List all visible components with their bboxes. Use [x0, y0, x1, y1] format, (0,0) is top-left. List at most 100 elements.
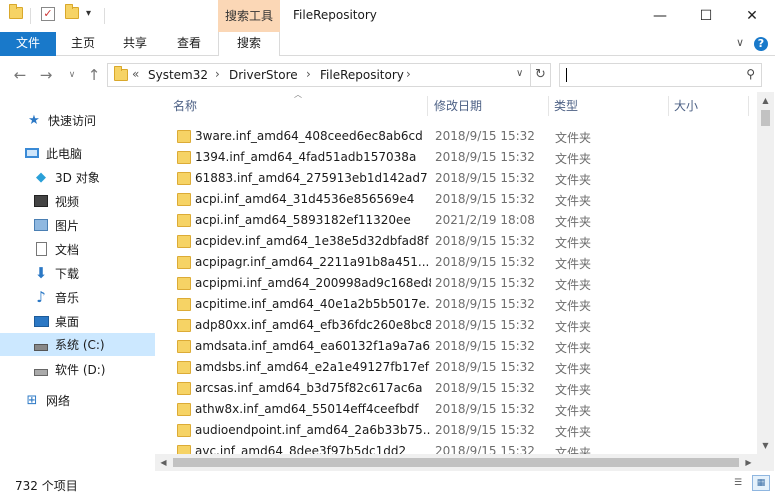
help-icon[interactable]: ? — [754, 37, 768, 51]
file-type: 文件夹 — [555, 236, 592, 250]
file-row[interactable]: acpi.inf_amd64_31d4536e856569e4 2018/9/15… — [167, 189, 757, 210]
breadcrumb-system32[interactable]: System32 — [148, 68, 208, 82]
file-row[interactable]: adp80xx.inf_amd64_efb36fdc260e8bc8 2018/9… — [167, 315, 757, 336]
nav-music[interactable]: ♪ 音乐 — [0, 286, 155, 308]
nav-this-pc[interactable]: 此电脑 — [0, 142, 155, 164]
search-box[interactable]: ⚲ — [559, 63, 762, 87]
column-divider[interactable] — [548, 96, 549, 116]
scroll-thumb[interactable] — [173, 458, 739, 467]
address-bar[interactable]: « System32 › DriverStore › FileRepositor… — [107, 63, 531, 87]
tab-search[interactable]: 搜索 — [218, 32, 280, 57]
file-row[interactable]: arcsas.inf_amd64_b3d75f82c617ac6a 2018/9/… — [167, 378, 757, 399]
address-dropdown-icon[interactable]: ∨ — [516, 68, 523, 79]
breadcrumb-chevron-icon[interactable]: › — [306, 67, 311, 81]
title-bar: ✓ ▾ 搜索工具 FileRepository — ☐ ✕ — [0, 0, 775, 32]
up-icon[interactable]: ↑ — [84, 66, 104, 84]
file-type: 文件夹 — [555, 425, 592, 439]
file-row[interactable]: 1394.inf_amd64_4fad51adb157038a 2018/9/15… — [167, 147, 757, 168]
scroll-thumb[interactable] — [761, 110, 770, 126]
file-type: 文件夹 — [555, 173, 592, 187]
column-divider[interactable] — [427, 96, 428, 116]
file-row[interactable]: acpipmi.inf_amd64_200998ad9c168ed8 2018/9… — [167, 273, 757, 294]
maximize-button[interactable]: ☐ — [683, 0, 729, 32]
file-date: 2018/9/15 15:32 — [435, 360, 535, 374]
search-icon[interactable]: ⚲ — [746, 67, 755, 81]
file-name: acpitime.inf_amd64_40e1a2b5b5017e... — [195, 297, 431, 311]
back-icon[interactable]: ← — [10, 66, 30, 84]
file-row[interactable]: audioendpoint.inf_amd64_2a6b33b75... 2018… — [167, 420, 757, 441]
forward-icon[interactable]: → — [36, 66, 56, 84]
nav-label: 文档 — [55, 242, 80, 257]
details-view-icon[interactable]: ☰ — [729, 475, 747, 491]
folder-icon — [177, 277, 191, 290]
folder-icon[interactable] — [9, 4, 23, 19]
breadcrumb-overflow[interactable]: « — [132, 67, 139, 81]
breadcrumb-chevron-icon[interactable]: › — [215, 67, 220, 81]
minimize-button[interactable]: — — [637, 0, 683, 32]
file-name: 1394.inf_amd64_4fad51adb157038a — [195, 150, 417, 164]
customize-quick-access-icon[interactable]: ▾ — [86, 8, 91, 19]
drive-d-icon — [33, 361, 49, 377]
file-row[interactable]: acpitime.inf_amd64_40e1a2b5b5017e... 2018… — [167, 294, 757, 315]
item-count: 732 个项目 — [15, 479, 78, 493]
column-divider[interactable] — [748, 96, 749, 116]
column-header-date[interactable]: 修改日期 — [434, 92, 544, 120]
breadcrumb-driverstore[interactable]: DriverStore — [229, 68, 298, 82]
status-bar: 732 个项目 ☰ ▦ — [0, 472, 775, 496]
column-header-name[interactable]: 名称 — [173, 92, 413, 120]
tab-share[interactable]: 共享 — [116, 32, 154, 56]
picture-icon — [33, 217, 49, 233]
scroll-down-icon[interactable]: ▼ — [757, 437, 774, 454]
nav-quick-access[interactable]: ★ 快速访问 — [0, 109, 155, 131]
file-row[interactable]: amdsata.inf_amd64_ea60132f1a9a7a62 2018/9… — [167, 336, 757, 357]
expand-ribbon-icon[interactable]: ∨ — [736, 36, 744, 49]
recent-locations-icon[interactable]: ∨ — [62, 70, 82, 80]
nav-pictures[interactable]: 图片 — [0, 214, 155, 236]
file-row[interactable]: amdsbs.inf_amd64_e2a1e49127fb17ef 2018/9/… — [167, 357, 757, 378]
document-icon — [33, 241, 49, 257]
nav-network[interactable]: ⊞ 网络 — [0, 389, 155, 411]
scroll-right-icon[interactable]: ▶ — [740, 454, 757, 471]
tab-file[interactable]: 文件 — [0, 32, 56, 56]
new-folder-icon[interactable] — [65, 4, 79, 19]
context-tab-search-tools: 搜索工具 — [218, 0, 280, 32]
file-row[interactable]: acpidev.inf_amd64_1e38e5d32dbfad8f 2018/9… — [167, 231, 757, 252]
nav-label: 视频 — [55, 194, 80, 209]
star-icon: ★ — [28, 112, 40, 128]
vertical-scrollbar[interactable]: ▲ ▼ — [757, 92, 774, 454]
search-input[interactable] — [564, 66, 734, 84]
file-row[interactable]: acpi.inf_amd64_5893182ef11320ee 2021/2/19… — [167, 210, 757, 231]
scroll-left-icon[interactable]: ◀ — [155, 454, 172, 471]
column-divider[interactable] — [668, 96, 669, 116]
nav-downloads[interactable]: ⬇ 下载 — [0, 262, 155, 284]
nav-label: 图片 — [55, 218, 80, 233]
computer-icon — [24, 145, 40, 161]
folder-icon — [114, 66, 128, 81]
nav-drive-d[interactable]: 软件 (D:) — [0, 358, 155, 380]
tab-view[interactable]: 查看 — [170, 32, 208, 56]
file-row[interactable]: 3ware.inf_amd64_408ceed6ec8ab6cd 2018/9/1… — [167, 126, 757, 147]
file-type: 文件夹 — [555, 383, 592, 397]
horizontal-scrollbar[interactable]: ◀ ▶ — [155, 454, 757, 471]
file-row[interactable]: acpipagr.inf_amd64_2211a91b8a451... 2018/… — [167, 252, 757, 273]
scroll-up-icon[interactable]: ▲ — [757, 92, 774, 109]
close-button[interactable]: ✕ — [729, 0, 775, 32]
large-icons-view-icon[interactable]: ▦ — [752, 475, 770, 491]
nav-drive-c[interactable]: 系统 (C:) — [0, 333, 155, 356]
file-row[interactable]: athw8x.inf_amd64_55014eff4ceefbdf 2018/9/… — [167, 399, 757, 420]
file-date: 2018/9/15 15:32 — [435, 339, 535, 353]
nav-3d-objects[interactable]: ◆ 3D 对象 — [0, 166, 155, 188]
refresh-button[interactable]: ↻ — [531, 63, 551, 87]
column-header-type[interactable]: 类型 — [554, 92, 664, 120]
breadcrumb-filerepository[interactable]: FileRepository — [320, 68, 404, 82]
breadcrumb-chevron-icon[interactable]: › — [406, 67, 411, 81]
file-row[interactable]: 61883.inf_amd64_275913eb1d142ad7 2018/9/1… — [167, 168, 757, 189]
file-date: 2018/9/15 15:32 — [435, 150, 535, 164]
column-header-size[interactable]: 大小 — [674, 92, 744, 120]
tab-home[interactable]: 主页 — [64, 32, 102, 56]
file-date: 2018/9/15 15:32 — [435, 381, 535, 395]
nav-desktop[interactable]: 桌面 — [0, 310, 155, 332]
nav-documents[interactable]: 文档 — [0, 238, 155, 260]
nav-videos[interactable]: 视频 — [0, 190, 155, 212]
properties-icon[interactable]: ✓ — [41, 7, 55, 21]
